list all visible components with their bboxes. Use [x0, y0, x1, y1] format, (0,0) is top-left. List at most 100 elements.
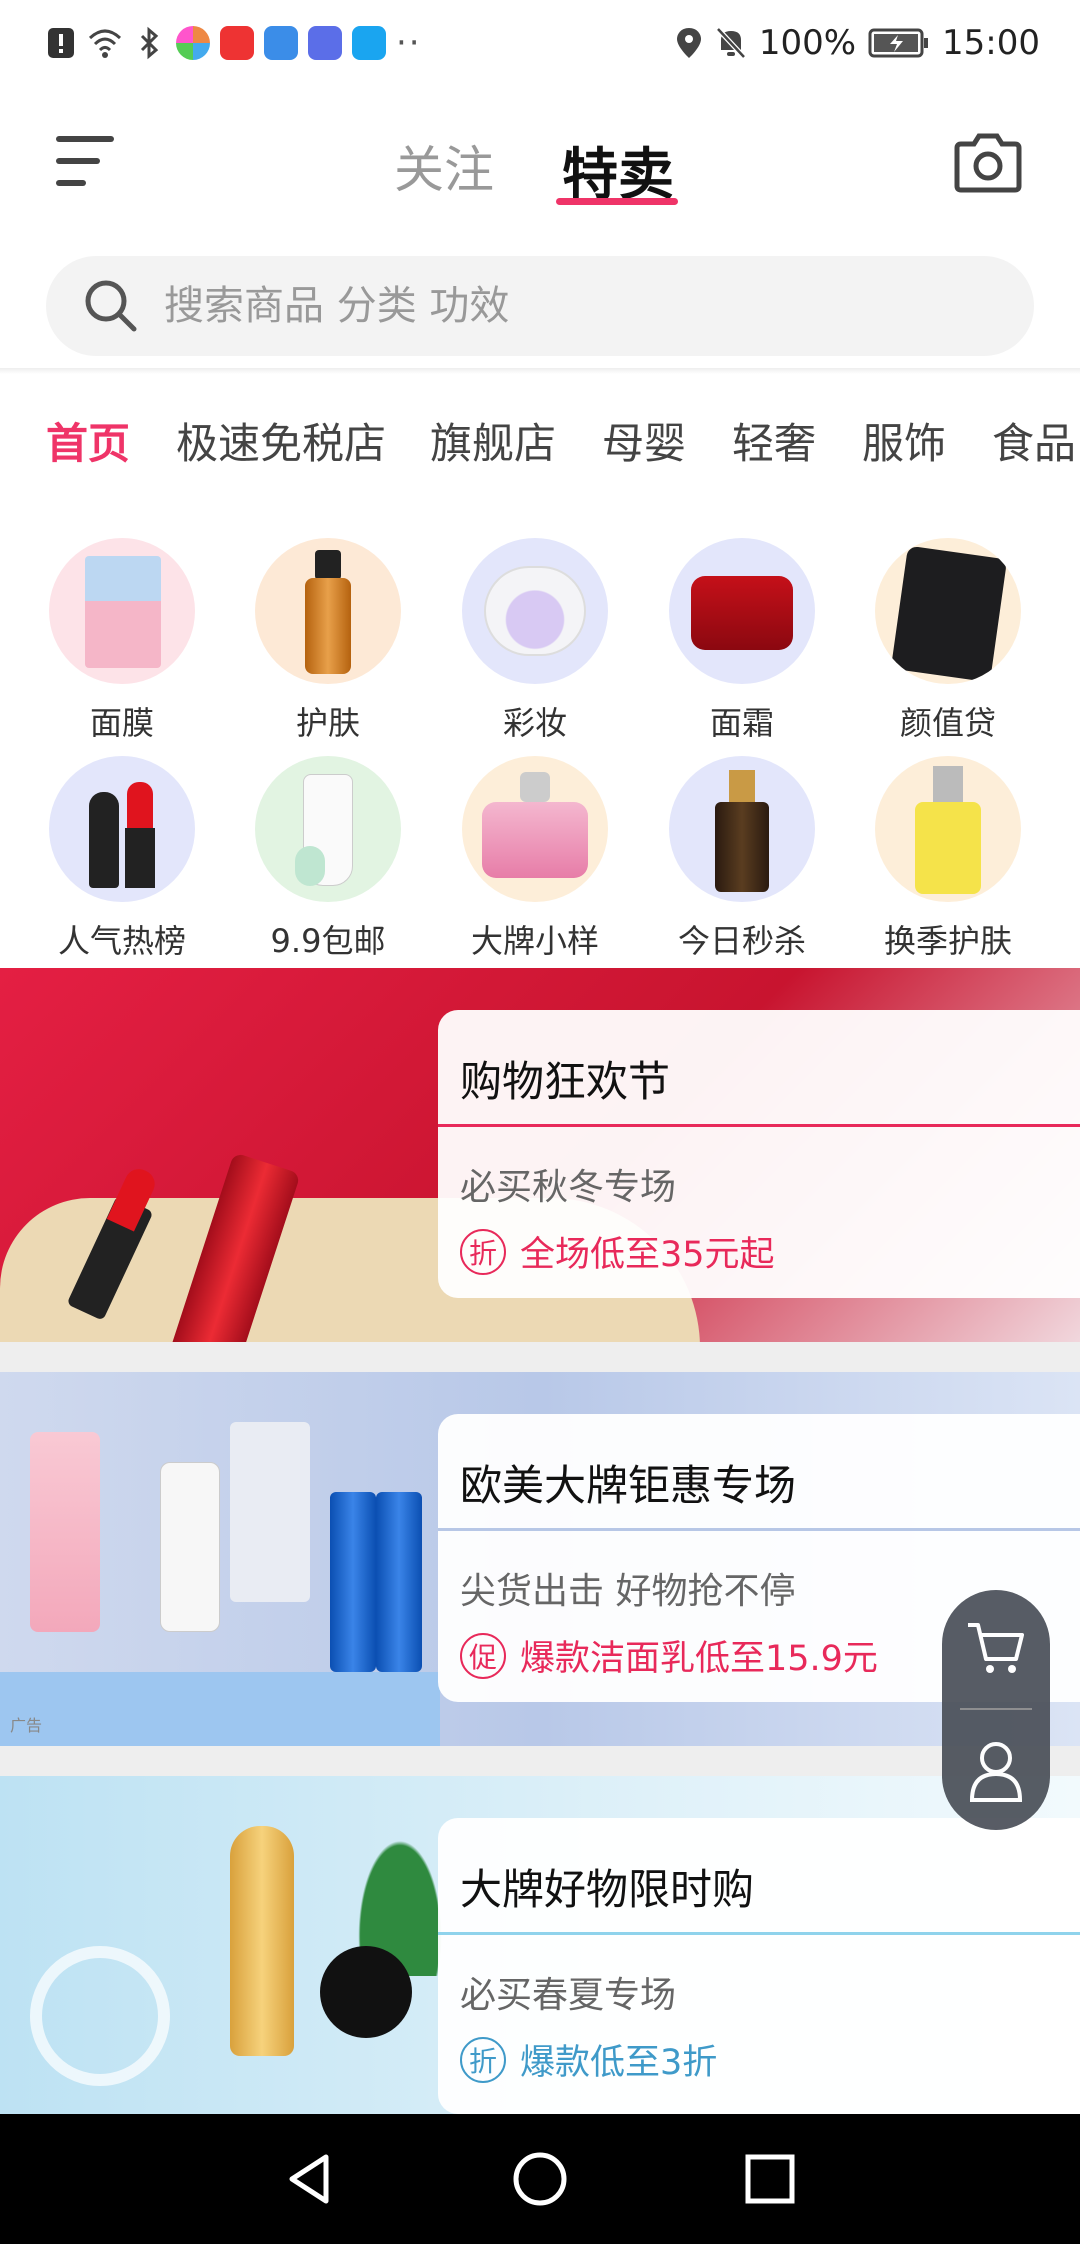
browser-app-icon [176, 26, 210, 60]
grid-item-label: 面霜 [709, 704, 774, 742]
banner-perfume-image [230, 1826, 294, 2056]
category-tab-light-luxury[interactable]: 轻奢 [732, 410, 816, 471]
banner-promo: 折 爆款低至3折 [460, 2034, 717, 2085]
grid-item-label: 护肤 [295, 704, 360, 742]
grid-item-label: 今日秒杀 [677, 922, 806, 960]
category-tab-baby[interactable]: 母婴 [602, 410, 686, 471]
lotion-product-image [875, 756, 1021, 902]
battery-percent: 100% [758, 23, 857, 63]
category-tab-home[interactable]: 首页 [46, 410, 130, 471]
cloud-app-icon [264, 26, 298, 60]
shopping-cart-icon [968, 1623, 1024, 1673]
shopping-cart-button[interactable] [942, 1590, 1050, 1708]
grid-item-label: 9.9包邮 [270, 922, 386, 960]
mask-product-image [49, 538, 195, 684]
promo-banner-shopping-festival[interactable]: 购物狂欢节 必买秋冬专场 折 全场低至35元起 [0, 968, 1080, 1342]
status-bar: ·· 100% 15:00 [0, 0, 1080, 86]
status-bar-right: 100% 15:00 [675, 23, 1040, 63]
banner-subtitle: 必买春夏专场 [460, 1975, 677, 2016]
floating-action-panel [942, 1590, 1050, 1830]
promo-banner-western-brands[interactable]: 欧美大牌钜惠专场 尖货出击 好物抢不停 促 爆款洁面乳低至15.9元 广告 [0, 1372, 1080, 1746]
skincare-product-image [255, 538, 401, 684]
search-icon [85, 280, 137, 332]
banner-promo-text: 爆款洁面乳低至15.9元 [520, 1639, 878, 1679]
category-tab-flagship[interactable]: 旗舰店 [430, 410, 556, 471]
banner-subtitle: 尖货出击 好物抢不停 [460, 1571, 796, 1612]
grid-item-cream[interactable]: 面霜 [657, 538, 827, 744]
banner-cushion-image [320, 1946, 412, 2038]
user-icon [969, 1742, 1023, 1802]
serum-product-image [669, 756, 815, 902]
divider [0, 368, 1080, 374]
search-app-icon [352, 26, 386, 60]
more-notifications-icon: ·· [396, 23, 422, 63]
music-app-icon [308, 26, 342, 60]
ad-tag: 广告 [10, 1716, 43, 1735]
grid-item-label: 人气热榜 [57, 922, 186, 960]
banner-divider [438, 1932, 1080, 1935]
makeup-product-image [462, 538, 608, 684]
wifi-icon [88, 29, 122, 58]
banner-promo-text: 爆款低至3折 [520, 2043, 718, 2083]
banner-promo: 折 全场低至35元起 [460, 1226, 775, 1277]
recent-apps-icon[interactable] [740, 2149, 800, 2209]
category-tab-food[interactable]: 食品 [992, 410, 1076, 471]
back-icon[interactable] [280, 2149, 340, 2209]
category-tab-duty-free[interactable]: 极速免税店 [176, 410, 386, 471]
mute-bell-icon [715, 27, 746, 59]
user-profile-button[interactable] [942, 1712, 1050, 1830]
grid-item-label: 彩妆 [502, 704, 567, 742]
banner-divider [438, 1124, 1080, 1127]
promo-banner-limited-time[interactable]: 大牌好物限时购 必买春夏专场 折 爆款低至3折 [0, 1776, 1080, 2114]
grid-item-mask[interactable]: 面膜 [37, 538, 207, 744]
banner-blue-bottle-image [376, 1492, 422, 1672]
banner-toner-image [30, 1432, 100, 1632]
discount-badge-icon: 折 [460, 1228, 506, 1275]
banner-card: 大牌好物限时购 必买春夏专场 折 爆款低至3折 [438, 1818, 1080, 2114]
grid-item-label: 面膜 [89, 704, 154, 742]
banner-card: 购物狂欢节 必买秋冬专场 折 全场低至35元起 [438, 1010, 1080, 1298]
top-header: 关注 特卖 [0, 110, 1080, 220]
bluetooth-icon [140, 26, 159, 60]
banner-promo: 促 爆款洁面乳低至15.9元 [460, 1630, 878, 1681]
tube-product-image [255, 756, 401, 902]
promotion-badge-icon: 促 [460, 1632, 506, 1679]
location-icon [676, 28, 701, 58]
category-tab-apparel[interactable]: 服饰 [862, 410, 946, 471]
grid-item-samples[interactable]: 大牌小样 [450, 756, 620, 962]
banner-title: 欧美大牌钜惠专场 [460, 1461, 797, 1510]
grid-item-beauty-loan[interactable]: 颜值贷 [863, 538, 1033, 744]
warning-icon [48, 28, 74, 58]
banner-blue-bottle-image [330, 1492, 376, 1672]
grid-item-hot-list[interactable]: 人气热榜 [37, 756, 207, 962]
section-gap [0, 1342, 1080, 1372]
banner-stage-decoration [0, 1672, 440, 1746]
banner-divider [438, 1528, 1080, 1531]
banner-bottle-image [230, 1422, 310, 1602]
grid-item-seasonal-skincare[interactable]: 换季护肤 [863, 756, 1033, 962]
grid-item-free-shipping[interactable]: 9.9包邮 [243, 756, 413, 962]
grid-item-flash-sale[interactable]: 今日秒杀 [657, 756, 827, 962]
banner-promo-text: 全场低至35元起 [520, 1235, 775, 1275]
camera-icon[interactable] [952, 132, 1024, 194]
battery-charging-icon [868, 28, 929, 58]
active-tab-indicator [556, 198, 678, 205]
home-icon[interactable] [510, 2149, 570, 2209]
discount-badge-icon: 折 [460, 2036, 506, 2083]
section-gap [0, 1746, 1080, 1776]
banner-title: 购物狂欢节 [460, 1057, 671, 1106]
grid-item-label: 颜值贷 [899, 704, 996, 742]
status-bar-left: ·· [44, 23, 422, 63]
grid-item-skincare[interactable]: 护肤 [243, 538, 413, 744]
perfume-product-image [462, 756, 608, 902]
search-bar[interactable] [46, 256, 1034, 356]
menu-icon[interactable] [56, 136, 120, 188]
search-input[interactable] [164, 283, 944, 329]
banner-shell-decoration [30, 1946, 170, 2086]
tab-follow[interactable]: 关注 [394, 130, 494, 202]
banner-subtitle: 必买秋冬专场 [460, 1167, 677, 1208]
huawei-app-icon [220, 26, 254, 60]
clock: 15:00 [942, 23, 1040, 63]
system-navigation-bar [0, 2114, 1080, 2244]
grid-item-makeup[interactable]: 彩妆 [450, 538, 620, 744]
